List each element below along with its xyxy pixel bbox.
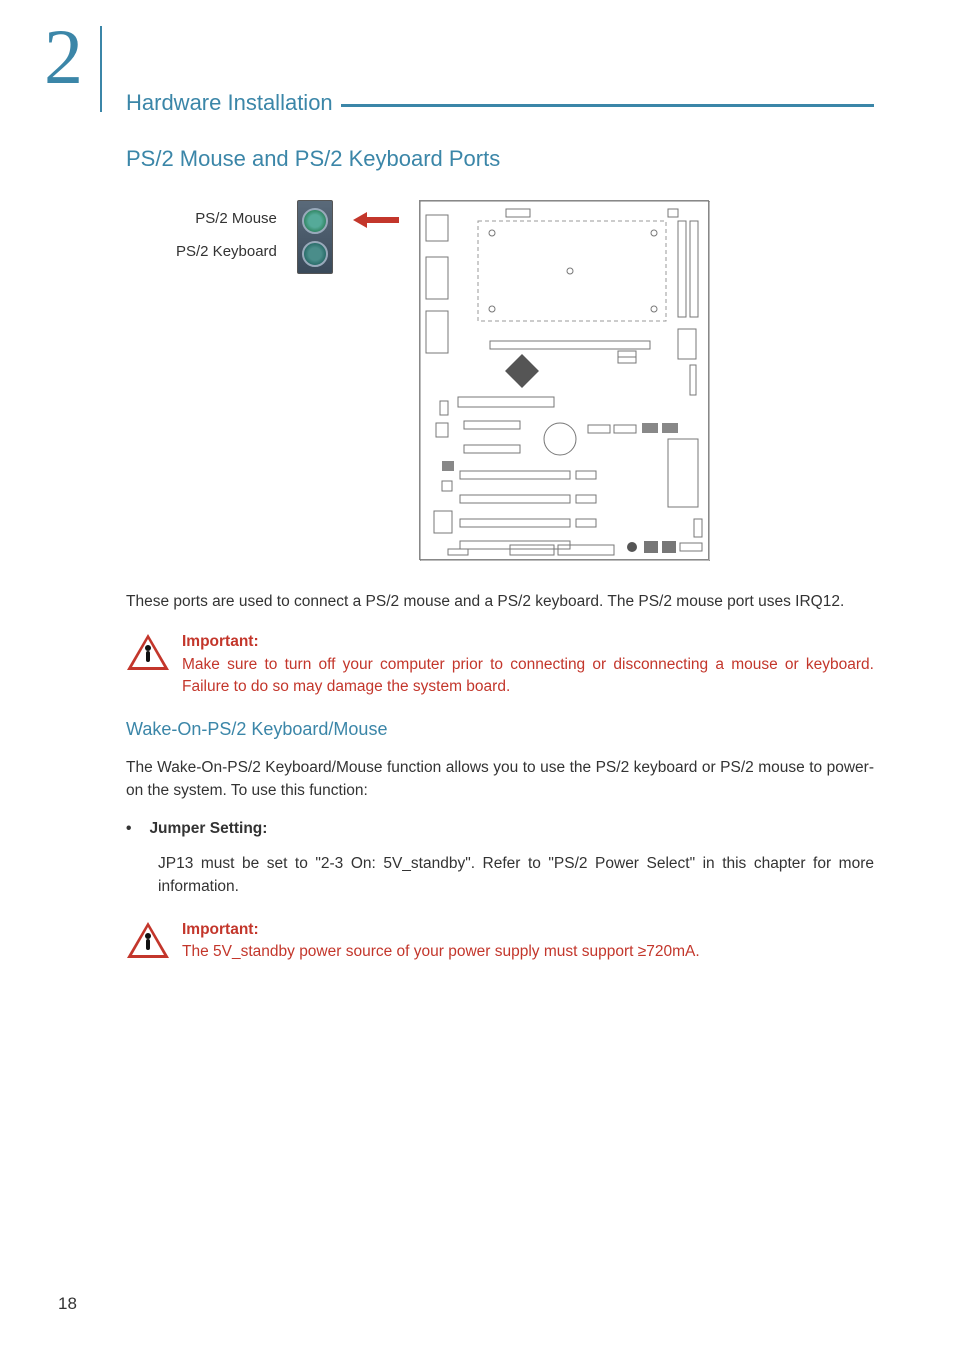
paragraph-wake: The Wake-On-PS/2 Keyboard/Mouse function…	[126, 756, 874, 803]
paragraph-intro: These ports are used to connect a PS/2 m…	[126, 590, 874, 613]
label-ps2-keyboard: PS/2 Keyboard	[176, 243, 277, 260]
header-rule	[341, 104, 874, 107]
page-title: PS/2 Mouse and PS/2 Keyboard Ports	[126, 146, 874, 172]
motherboard-diagram	[419, 200, 709, 560]
important-body: Make sure to turn off your computer prio…	[182, 656, 874, 695]
diagram-area: PS/2 Mouse PS/2 Keyboard	[176, 200, 874, 560]
ps2-mouse-port-icon	[302, 208, 328, 234]
bullet-marker: •	[126, 820, 131, 838]
important-label: Important:	[182, 921, 259, 938]
pointer-arrow-icon	[353, 212, 399, 226]
ps2-port-photo	[297, 200, 333, 274]
subheading-wake-on-ps2: Wake-On-PS/2 Keyboard/Mouse	[126, 719, 874, 740]
important-label: Important:	[182, 633, 259, 650]
label-ps2-mouse: PS/2 Mouse	[176, 210, 277, 227]
chapter-number: 2	[44, 18, 83, 96]
warning-icon	[126, 633, 170, 671]
page-number: 18	[58, 1294, 77, 1314]
important-body: The 5V_standby power source of your powe…	[182, 943, 700, 960]
bullet-label: Jumper Setting:	[149, 820, 267, 838]
bullet-body: JP13 must be set to "2-3 On: 5V_standby"…	[158, 852, 874, 899]
warning-icon	[126, 921, 170, 959]
section-header: Hardware Installation	[126, 90, 333, 116]
ps2-keyboard-port-icon	[302, 241, 328, 267]
chapter-divider	[100, 26, 102, 112]
